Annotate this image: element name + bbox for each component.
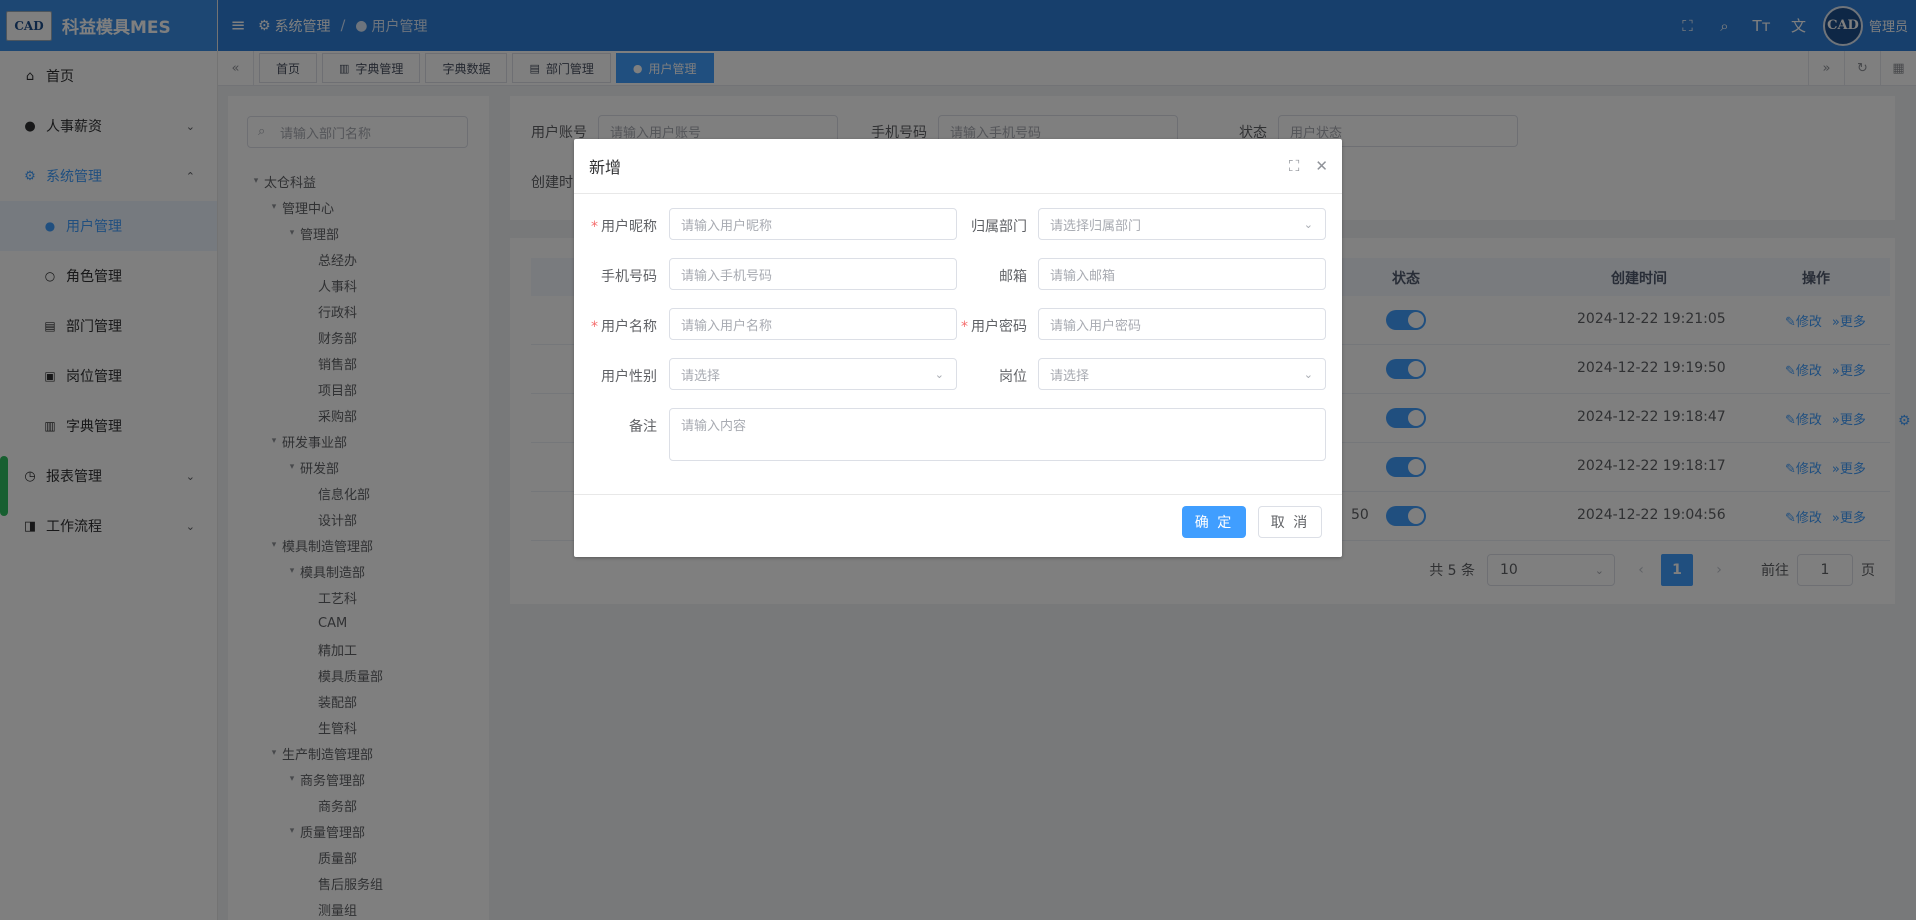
username-input[interactable]: 请输入用户名称 bbox=[669, 308, 957, 340]
dept-label: 归属部门 bbox=[971, 219, 1027, 235]
post-label: 岗位 bbox=[999, 369, 1027, 385]
placeholder: 请输入用户昵称 bbox=[681, 218, 773, 234]
phone-input[interactable]: 请输入手机号码 bbox=[669, 258, 957, 290]
add-user-dialog: 新增 ⛶ ✕ * 用户昵称 请输入用户昵称 归属部门 请选择归属部门 ⌄ 手机号码 … bbox=[574, 139, 1342, 557]
close-icon[interactable]: ✕ bbox=[1315, 157, 1328, 175]
fullscreen-icon[interactable]: ⛶ bbox=[1289, 157, 1300, 175]
chevron-down-icon: ⌄ bbox=[1303, 217, 1313, 231]
nickname-input[interactable]: 请输入用户昵称 bbox=[669, 208, 957, 240]
cancel-button[interactable]: 取 消 bbox=[1258, 506, 1322, 538]
username-label: * 用户名称 bbox=[577, 316, 657, 336]
required-mark: * bbox=[961, 319, 968, 335]
required-mark: * bbox=[591, 319, 598, 335]
placeholder: 请选择 bbox=[1050, 368, 1090, 384]
dialog-title: 新增 bbox=[589, 158, 622, 177]
placeholder: 请选择 bbox=[681, 368, 721, 384]
nickname-label: * 用户昵称 bbox=[577, 216, 657, 236]
password-input[interactable]: 请输入用户密码 bbox=[1038, 308, 1326, 340]
confirm-button[interactable]: 确 定 bbox=[1182, 506, 1246, 538]
dialog-header: 新增 ⛶ ✕ bbox=[574, 139, 1342, 194]
remark-label: 备注 bbox=[629, 419, 657, 435]
chevron-down-icon: ⌄ bbox=[934, 367, 944, 381]
phone-label: 手机号码 bbox=[601, 269, 657, 285]
placeholder: 请输入用户名称 bbox=[681, 318, 773, 334]
email-label: 邮箱 bbox=[999, 269, 1027, 285]
label-text: 用户密码 bbox=[971, 319, 1027, 335]
label-text: 用户昵称 bbox=[601, 219, 657, 235]
email-input[interactable]: 请输入邮箱 bbox=[1038, 258, 1326, 290]
gender-label: 用户性别 bbox=[601, 369, 657, 385]
placeholder: 请输入用户密码 bbox=[1050, 318, 1142, 334]
dialog-tools: ⛶ ✕ bbox=[1289, 157, 1328, 175]
placeholder: 请输入内容 bbox=[681, 419, 747, 434]
placeholder: 请选择归属部门 bbox=[1050, 218, 1142, 234]
dialog-footer: 确 定 取 消 bbox=[574, 494, 1342, 557]
remark-textarea[interactable]: 请输入内容 bbox=[669, 408, 1326, 461]
placeholder: 请输入手机号码 bbox=[681, 268, 773, 284]
gender-select[interactable]: 请选择 ⌄ bbox=[669, 358, 957, 390]
password-label: * 用户密码 bbox=[947, 316, 1027, 336]
dept-select[interactable]: 请选择归属部门 ⌄ bbox=[1038, 208, 1326, 240]
chevron-down-icon: ⌄ bbox=[1303, 367, 1313, 381]
required-mark: * bbox=[591, 219, 598, 235]
label-text: 用户名称 bbox=[601, 319, 657, 335]
placeholder: 请输入邮箱 bbox=[1050, 268, 1116, 284]
post-select[interactable]: 请选择 ⌄ bbox=[1038, 358, 1326, 390]
